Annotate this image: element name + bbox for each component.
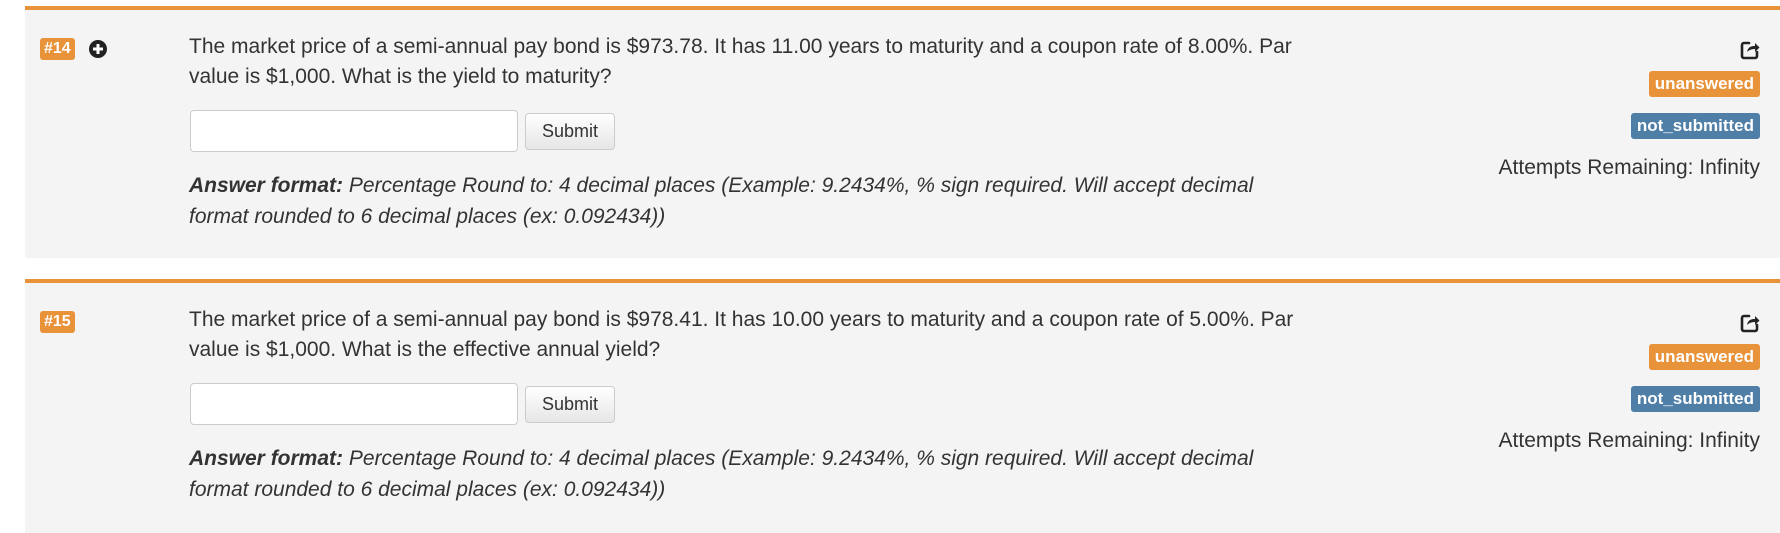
share-icon[interactable]	[1740, 40, 1760, 60]
answer-format-label: Answer format:	[189, 447, 344, 470]
submit-button[interactable]: Submit	[525, 386, 615, 423]
question-number-badge: #15	[40, 311, 75, 333]
answer-format: Answer format: Percentage Round to: 4 de…	[189, 443, 1299, 505]
answer-input[interactable]	[190, 383, 518, 425]
answer-format-label: Answer format:	[189, 174, 344, 197]
status-badge-unanswered: unanswered	[1648, 71, 1760, 97]
answer-format-text: Percentage Round to: 4 decimal places (E…	[189, 447, 1254, 501]
question-text: The market price of a semi-annual pay bo…	[189, 35, 1292, 88]
plus-circle-icon[interactable]	[88, 39, 108, 59]
question-card: #15 The market price of a semi-annual pa…	[25, 279, 1780, 533]
status-badge-not-submitted: not_submitted	[1630, 113, 1760, 139]
answer-format: Answer format: Percentage Round to: 4 de…	[189, 170, 1299, 232]
question-number-badge: #14	[40, 38, 75, 60]
status-badge-not-submitted: not_submitted	[1630, 386, 1760, 412]
answer-format-text: Percentage Round to: 4 decimal places (E…	[189, 174, 1254, 228]
submit-button[interactable]: Submit	[525, 113, 615, 150]
question-text: The market price of a semi-annual pay bo…	[189, 308, 1294, 361]
question-card: #14 The market price of a semi-annual pa…	[25, 6, 1780, 258]
attempts-remaining: Attempts Remaining: Infinity	[1498, 156, 1760, 179]
attempts-remaining: Attempts Remaining: Infinity	[1498, 429, 1760, 452]
share-icon[interactable]	[1740, 313, 1760, 333]
status-badge-unanswered: unanswered	[1648, 344, 1760, 370]
answer-input[interactable]	[190, 110, 518, 152]
